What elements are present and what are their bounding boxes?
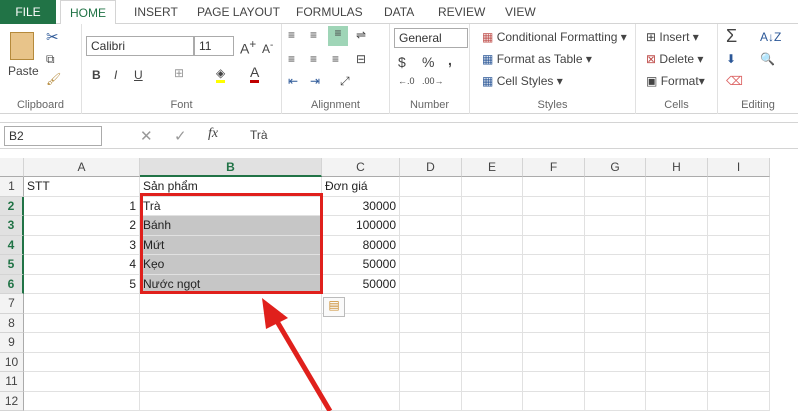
red-arrow-annotation [262, 298, 333, 411]
arrow-shaft [272, 316, 333, 411]
arrow-head [262, 298, 288, 329]
